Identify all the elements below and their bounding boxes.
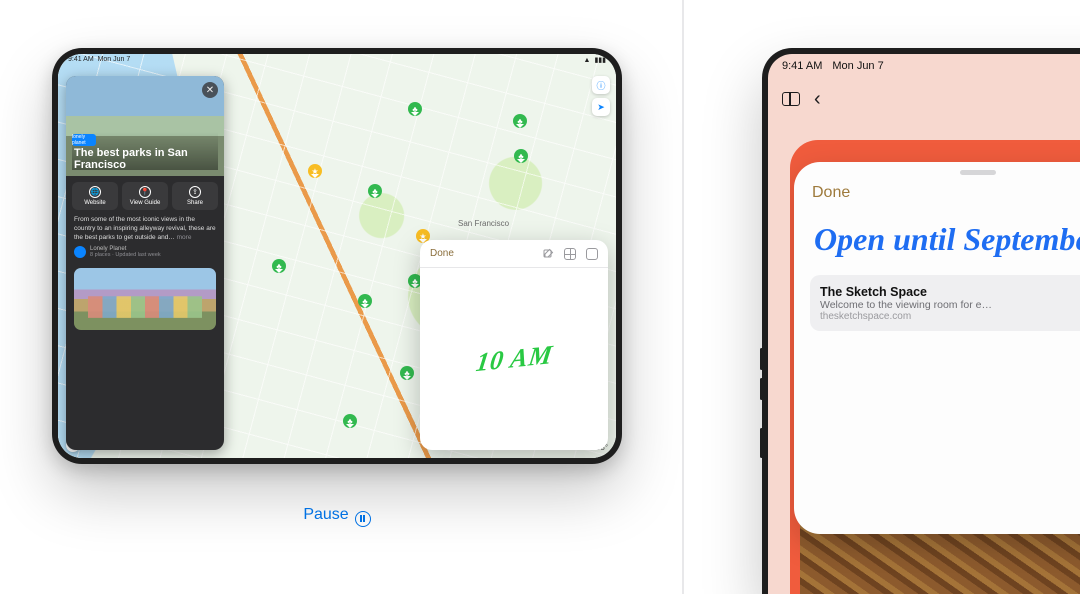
map-pin-park[interactable]: ♣ (408, 102, 422, 116)
guide-website-button[interactable]: 🌐Website (72, 182, 118, 210)
note-toolbar: Done ••• (794, 179, 1080, 213)
ipad-right-screen: 9:41 AM Mon Jun 7 ‹ Done ••• (768, 54, 1080, 594)
done-button[interactable]: Done (430, 248, 454, 259)
status-date: Mon Jun 7 (98, 56, 131, 63)
status-bar-left: 9:41 AM Mon Jun 7 ▲▮▮▮ (58, 54, 616, 70)
pause-icon (355, 511, 371, 527)
table-icon[interactable] (564, 248, 576, 260)
ipad-left-screen: San Francisco ★♣★♣♣♣♣♣♣♣♣ ⓘ ➤ 63° 9:41 A… (58, 54, 616, 458)
guide-source-row[interactable]: Lonely Planet 8 places · Updated last we… (66, 246, 224, 264)
map-pin-park[interactable]: ♣ (513, 114, 527, 128)
guide-icon: 📍 (139, 186, 151, 198)
guide-more-link[interactable]: more (177, 234, 192, 241)
map-pin-star[interactable]: ★ (308, 164, 322, 178)
handwriting-text: 10 AM (474, 340, 555, 379)
status-time: 9:41 AM (68, 56, 94, 63)
device-side-button (760, 348, 763, 370)
guide-title: The best parks in San Francisco (74, 147, 216, 172)
safari-page[interactable]: Done ••• Open until September 28 The Ske… (790, 140, 1080, 594)
guide-source-logo: lonely planet (72, 134, 96, 146)
pause-button[interactable]: Pause (52, 506, 622, 527)
ipad-left-device: San Francisco ★♣★♣♣♣♣♣♣♣♣ ⓘ ➤ 63° 9:41 A… (52, 48, 622, 464)
device-side-button (760, 378, 763, 400)
card-divider (682, 0, 684, 594)
map-pin-park[interactable]: ♣ (272, 259, 286, 273)
map-info-button[interactable]: ⓘ (592, 76, 610, 94)
map-locate-button[interactable]: ➤ (592, 98, 610, 116)
link-subtitle: Welcome to the viewing room for e… (820, 299, 1080, 311)
safari-toolbar: ‹ (768, 82, 1080, 116)
done-button[interactable]: Done (812, 184, 850, 202)
status-indicators: ▲▮▮▮ (580, 56, 607, 70)
guide-source-meta: 8 places · Updated last week (90, 252, 161, 258)
checklist-icon[interactable] (586, 248, 598, 260)
status-bar-right: 9:41 AM Mon Jun 7 (768, 54, 1080, 82)
pause-label: Pause (303, 506, 348, 523)
guide-share-button[interactable]: ⇪Share (172, 182, 218, 210)
status-time: 9:41 AM (782, 60, 822, 82)
quick-note-body[interactable]: 10 AM (420, 268, 608, 450)
sidebar-toggle-icon[interactable] (782, 92, 800, 106)
quick-note-toolbar: Done (420, 240, 608, 268)
share-icon: ⇪ (189, 186, 201, 198)
device-side-button (760, 428, 763, 458)
status-date: Mon Jun 7 (832, 60, 883, 82)
quick-note-popover[interactable]: Done 10 AM (420, 240, 608, 450)
quick-note-card[interactable]: Done ••• Open until September 28 The Ske… (794, 162, 1080, 534)
guide-view-button[interactable]: 📍View Guide (122, 182, 168, 210)
guide-action-row: 🌐Website 📍View Guide ⇪Share (66, 176, 224, 216)
map-pin-park[interactable]: ♣ (400, 366, 414, 380)
guide-source-avatar (74, 246, 86, 258)
map-pin-park[interactable]: ♣ (343, 414, 357, 428)
link-domain: thesketchspace.com (820, 311, 1080, 322)
globe-icon: 🌐 (89, 186, 101, 198)
map-pin-park[interactable]: ♣ (514, 149, 528, 163)
handwriting-text: Open until September 28 (794, 213, 1080, 269)
close-icon[interactable]: ✕ (202, 82, 218, 98)
map-pin-park[interactable]: ♣ (358, 294, 372, 308)
maps-guide-card[interactable]: ✕ lonely planet The best parks in San Fr… (66, 76, 224, 450)
compose-icon[interactable] (542, 248, 554, 260)
ipad-right-device: 9:41 AM Mon Jun 7 ‹ Done ••• (762, 48, 1080, 594)
guide-hero-image: ✕ lonely planet The best parks in San Fr… (66, 76, 224, 176)
drag-handle[interactable] (960, 170, 996, 175)
map-pin-park[interactable]: ♣ (368, 184, 382, 198)
link-title: The Sketch Space (820, 285, 1080, 299)
guide-description: From some of the most iconic views in th… (66, 216, 224, 246)
back-icon[interactable]: ‹ (814, 89, 821, 109)
map-city-label: San Francisco (458, 219, 509, 228)
guide-place-thumbnail[interactable] (74, 268, 216, 330)
note-link-preview[interactable]: The Sketch Space Welcome to the viewing … (810, 275, 1080, 331)
